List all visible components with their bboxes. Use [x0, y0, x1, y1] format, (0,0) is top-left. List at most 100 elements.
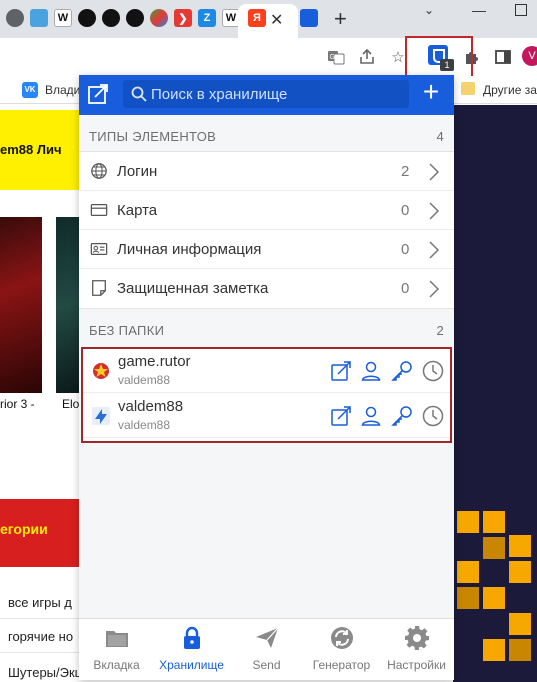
copy-password-key-icon[interactable] — [390, 404, 414, 428]
pixel-block — [509, 535, 531, 557]
game-poster-image[interactable] — [56, 217, 80, 393]
tab-favicon-github-icon[interactable] — [126, 9, 144, 27]
type-count: 0 — [401, 202, 410, 219]
item-username: valdem88 — [118, 418, 171, 432]
categories-heading: егории — [0, 521, 48, 537]
poster-caption[interactable]: Elo — [62, 397, 79, 411]
tab-favicon-wikipedia-icon[interactable]: W — [54, 9, 72, 27]
pop-out-icon[interactable] — [87, 83, 109, 105]
tab-send[interactable]: Send — [229, 619, 304, 680]
pixel-block — [483, 537, 505, 559]
tab-settings[interactable]: Настройки — [379, 619, 454, 680]
extension-badge: 1 — [440, 59, 454, 71]
popup-header: + — [79, 75, 454, 115]
pixel-block — [483, 587, 505, 609]
pixel-block — [483, 639, 505, 661]
bookmark-vk[interactable]: Влади — [45, 83, 80, 97]
search-icon — [131, 86, 147, 102]
vault-item[interactable]: game.rutor valdem88 — [83, 349, 450, 393]
search-input[interactable] — [151, 80, 407, 108]
vk-icon: VK — [22, 82, 38, 98]
id-card-icon — [90, 242, 108, 256]
tab-favicon-bitwarden-icon[interactable] — [300, 9, 318, 27]
launch-icon[interactable] — [329, 404, 353, 428]
tab-current-tab[interactable]: Вкладка — [79, 619, 154, 680]
tab-favicon-zoho-icon[interactable]: Z — [198, 9, 216, 27]
game-poster-image[interactable] — [0, 217, 42, 393]
type-count: 0 — [401, 280, 410, 297]
type-row-secure-note[interactable]: Защищенная заметка 0 — [79, 269, 454, 308]
side-panel-icon[interactable] — [494, 48, 512, 66]
site-header-band: em88 Лич — [0, 110, 80, 190]
section-title: ТИПЫ ЭЛЕМЕНТОВ — [89, 129, 217, 144]
active-tab[interactable]: Я — [238, 4, 298, 38]
note-icon — [92, 280, 106, 296]
share-icon[interactable] — [358, 48, 376, 66]
totp-clock-icon[interactable] — [421, 404, 445, 428]
add-item-button[interactable]: + — [419, 78, 443, 106]
tab-favicon-globe-icon[interactable] — [6, 9, 24, 27]
window-maximize-button[interactable] — [515, 4, 527, 16]
translate-icon[interactable]: G — [327, 48, 345, 66]
tab-label: Вкладка — [93, 658, 140, 672]
type-count: 0 — [401, 241, 410, 258]
type-label: Личная информация — [117, 241, 262, 258]
section-title: БЕЗ ПАПКИ — [89, 323, 165, 338]
tab-close-icon[interactable]: ✕ — [270, 10, 283, 30]
tab-favicon-github-icon[interactable] — [102, 9, 120, 27]
vault-items-list: game.rutor valdem88 valdem88 valdem88 — [81, 347, 452, 443]
totp-clock-icon[interactable] — [421, 359, 445, 383]
type-row-identity[interactable]: Личная информация 0 — [79, 230, 454, 269]
tab-label: Генератор — [312, 658, 371, 672]
background-pixel-art — [453, 105, 537, 682]
tab-favicon-arrow-icon[interactable]: ❯ — [174, 9, 192, 27]
tab-favicon-gear-icon[interactable] — [30, 9, 48, 27]
section-count: 4 — [436, 129, 444, 144]
svg-text:G: G — [330, 54, 335, 61]
category-link[interactable]: Шутеры/Экшены — [0, 657, 80, 682]
copy-username-icon[interactable] — [359, 404, 383, 428]
categories-band: егории — [0, 499, 80, 567]
type-row-login[interactable]: Логин 2 — [79, 152, 454, 191]
vault-item[interactable]: valdem88 valdem88 — [83, 394, 450, 438]
tab-generator[interactable]: Генератор — [304, 619, 379, 680]
card-icon — [90, 203, 108, 217]
new-tab-button[interactable]: + — [334, 6, 347, 32]
tab-label: Настройки — [387, 658, 446, 672]
copy-username-icon[interactable] — [359, 359, 383, 383]
chevron-right-icon — [429, 280, 440, 298]
tab-favicon-color-icon[interactable] — [150, 9, 168, 27]
background-page-left: em88 Лич rior 3 - Elo егории все игры д … — [0, 105, 80, 682]
no-folder-section-header: БЕЗ ПАПКИ 2 — [79, 311, 454, 345]
tab-favicon-github-icon[interactable] — [78, 9, 96, 27]
type-label: Защищенная заметка — [117, 280, 269, 297]
launch-icon[interactable] — [329, 359, 353, 383]
item-username: valdem88 — [118, 373, 171, 387]
category-link[interactable]: все игры д — [0, 587, 80, 619]
types-list: Логин 2 Карта 0 Личная информация 0 Защи… — [79, 151, 454, 309]
type-count: 2 — [401, 163, 410, 180]
category-link[interactable]: горячие но — [0, 621, 80, 653]
pixel-block — [509, 639, 531, 661]
tab-search-chevron-icon[interactable]: ⌄ — [424, 3, 434, 17]
poster-caption[interactable]: rior 3 - — [0, 397, 35, 411]
send-icon — [256, 627, 279, 648]
window-minimize-button[interactable]: — — [472, 2, 486, 18]
tab-vault[interactable]: Хранилище — [154, 619, 229, 680]
pixel-block — [483, 511, 505, 533]
refresh-icon — [331, 627, 353, 649]
site-header-text[interactable]: em88 Лич — [0, 142, 62, 157]
item-name: valdem88 — [118, 398, 184, 415]
pixel-block — [457, 511, 479, 533]
chevron-right-icon — [429, 241, 440, 259]
type-row-card[interactable]: Карта 0 — [79, 191, 454, 230]
site-favicon-icon — [92, 407, 110, 425]
tab-favicon-yandex-icon: Я — [248, 9, 266, 27]
profile-avatar[interactable]: V — [522, 46, 537, 66]
types-section-header: ТИПЫ ЭЛЕМЕНТОВ 4 — [79, 117, 454, 151]
pixel-block — [457, 587, 479, 609]
copy-password-key-icon[interactable] — [390, 359, 414, 383]
tab-label: Send — [252, 658, 281, 672]
lock-icon — [184, 626, 200, 649]
bookmark-other-folder[interactable]: Другие за — [483, 83, 537, 97]
